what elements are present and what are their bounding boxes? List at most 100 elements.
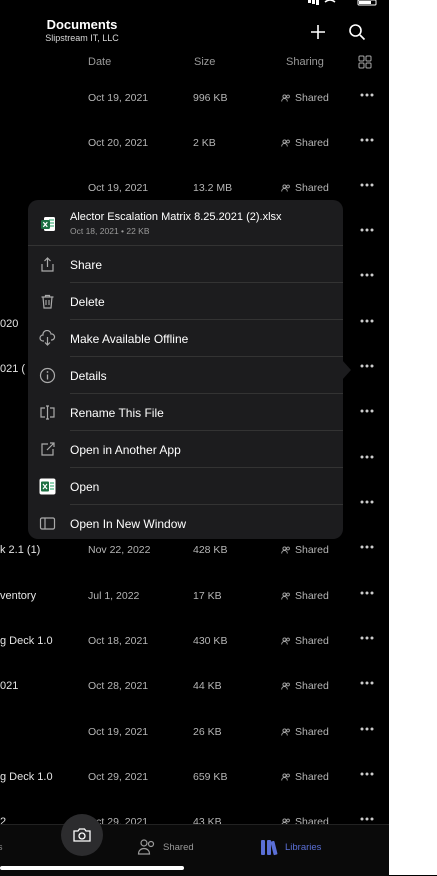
- people-icon: [281, 682, 290, 690]
- row-sharing-label: Shared: [295, 680, 329, 692]
- home-indicator: [0, 866, 184, 870]
- more-options-icon[interactable]: [360, 497, 374, 507]
- search-button[interactable]: [347, 22, 367, 42]
- top-bar: Documents Slipstream IT, LLC: [0, 8, 389, 48]
- row-sharing: Shared: [281, 590, 329, 602]
- row-size: 44 KB: [193, 680, 222, 692]
- info-icon: [39, 367, 56, 384]
- menu-file-meta: Oct 18, 2021 • 22 KB: [70, 226, 150, 236]
- people-icon: [281, 94, 290, 102]
- menu-item-label: Delete: [70, 295, 105, 309]
- row-name: ventory: [0, 590, 37, 602]
- more-options-icon[interactable]: [360, 452, 374, 462]
- tab-partial-label[interactable]: s: [0, 842, 3, 852]
- more-options-icon[interactable]: [360, 180, 374, 190]
- row-sharing-label: Shared: [295, 182, 329, 194]
- more-options-icon[interactable]: [360, 678, 374, 688]
- row-sharing-label: Shared: [295, 92, 329, 104]
- grid-view-icon[interactable]: [358, 55, 372, 69]
- menu-item-details[interactable]: Details: [28, 357, 343, 394]
- row-sharing: Shared: [281, 92, 329, 104]
- row-date: Oct 19, 2021: [88, 182, 149, 194]
- row-size: 2 KB: [193, 137, 216, 149]
- row-sharing: Shared: [281, 771, 329, 783]
- people-icon: [281, 546, 290, 554]
- row-sharing-label: Shared: [295, 544, 329, 556]
- search-icon: [349, 24, 366, 41]
- row-sharing: Shared: [281, 635, 329, 647]
- tab-shared[interactable]: Shared: [137, 837, 207, 857]
- row-name: 020: [0, 318, 19, 330]
- camera-icon: [73, 828, 91, 842]
- people-icon: [281, 139, 290, 147]
- table-row[interactable]: Oct 19, 2021 26 KB Shared: [0, 726, 389, 771]
- rename-icon: [40, 405, 55, 420]
- row-date: Oct 18, 2021: [88, 635, 149, 647]
- more-options-icon[interactable]: [360, 90, 374, 100]
- plus-icon: [311, 25, 325, 39]
- menu-item-open-another-app[interactable]: Open in Another App: [28, 431, 343, 468]
- more-options-icon[interactable]: [360, 406, 374, 416]
- more-options-icon[interactable]: [360, 633, 374, 643]
- add-button[interactable]: [308, 22, 328, 42]
- tab-libraries[interactable]: Libraries: [260, 837, 340, 857]
- column-sharing[interactable]: Sharing: [286, 56, 324, 68]
- row-sharing: Shared: [281, 726, 329, 738]
- table-row[interactable]: ventory Jul 1, 2022 17 KB Shared: [0, 590, 389, 635]
- table-row[interactable]: g Deck 1.0 Oct 29, 2021 659 KB Shared: [0, 771, 389, 816]
- menu-file-header: Alector Escalation Matrix 8.25.2021 (2).…: [28, 200, 343, 245]
- open-external-icon: [41, 442, 55, 456]
- more-options-icon[interactable]: [360, 270, 374, 280]
- table-row[interactable]: k 2.1 (1) Nov 22, 2022 428 KB Shared: [0, 544, 389, 589]
- more-options-icon[interactable]: [360, 542, 374, 552]
- more-options-icon[interactable]: [360, 588, 374, 598]
- row-name: g Deck 1.0: [0, 635, 53, 647]
- menu-item-label: Open: [70, 480, 100, 494]
- column-size[interactable]: Size: [194, 56, 215, 68]
- menu-item-delete[interactable]: Delete: [28, 283, 343, 320]
- menu-item-offline[interactable]: Make Available Offline: [28, 320, 343, 357]
- libraries-icon: [261, 840, 278, 856]
- people-icon: [281, 773, 290, 781]
- more-options-icon[interactable]: [360, 814, 374, 824]
- table-row[interactable]: Oct 20, 2021 2 KB Shared: [0, 137, 389, 182]
- row-date: Oct 29, 2021: [88, 771, 149, 783]
- menu-item-new-window[interactable]: Open In New Window: [28, 505, 343, 542]
- more-options-icon[interactable]: [360, 361, 374, 371]
- status-bar: [300, 0, 385, 8]
- people-icon: [281, 184, 290, 192]
- row-size: 996 KB: [193, 92, 228, 104]
- row-name: 021 (: [0, 363, 26, 375]
- menu-pointer: [342, 360, 351, 380]
- more-options-icon[interactable]: [360, 724, 374, 734]
- menu-item-share[interactable]: Share: [28, 246, 343, 283]
- row-size: 13.2 MB: [193, 182, 233, 194]
- table-row[interactable]: g Deck 1.0 Oct 18, 2021 430 KB Shared: [0, 635, 389, 680]
- column-headers: Date Size Sharing: [0, 48, 389, 74]
- page-title: Documents: [46, 17, 118, 32]
- excel-file-icon: [41, 217, 55, 231]
- table-row[interactable]: Oct 19, 2021 996 KB Shared: [0, 92, 389, 137]
- menu-file-name: Alector Escalation Matrix 8.25.2021 (2).…: [70, 211, 282, 223]
- more-options-icon[interactable]: [360, 225, 374, 235]
- row-sharing-label: Shared: [295, 771, 329, 783]
- table-row[interactable]: 021 Oct 28, 2021 44 KB Shared: [0, 680, 389, 725]
- row-size: 17 KB: [193, 590, 222, 602]
- row-sharing-label: Shared: [295, 590, 329, 602]
- menu-item-open[interactable]: Open: [28, 468, 343, 505]
- row-date: Oct 20, 2021: [88, 137, 149, 149]
- row-name: 021: [0, 680, 19, 692]
- row-sharing-label: Shared: [295, 726, 329, 738]
- row-date: Jul 1, 2022: [88, 590, 140, 602]
- tab-libraries-label: Libraries: [285, 842, 322, 853]
- row-size: 428 KB: [193, 544, 228, 556]
- menu-item-rename[interactable]: Rename This File: [28, 394, 343, 431]
- camera-button[interactable]: [61, 814, 103, 856]
- more-options-icon[interactable]: [360, 769, 374, 779]
- row-sharing-label: Shared: [295, 635, 329, 647]
- row-sharing: Shared: [281, 680, 329, 692]
- more-options-icon[interactable]: [360, 135, 374, 145]
- people-icon: [281, 728, 290, 736]
- more-options-icon[interactable]: [360, 316, 374, 326]
- column-date[interactable]: Date: [88, 56, 111, 68]
